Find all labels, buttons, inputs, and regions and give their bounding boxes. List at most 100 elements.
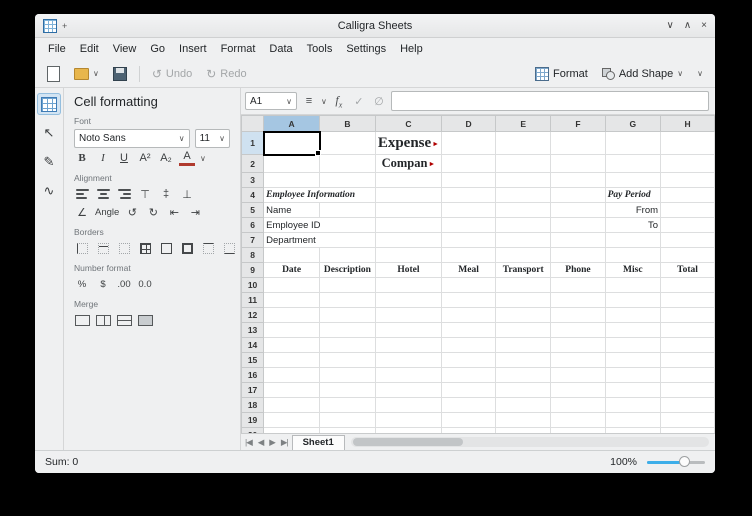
menu-item-data[interactable]: Data <box>262 40 299 58</box>
row-header-20[interactable]: 20 <box>242 428 264 434</box>
cell-F4[interactable] <box>551 188 605 203</box>
cell-F14[interactable] <box>551 338 605 353</box>
cell-A10[interactable] <box>264 278 320 293</box>
cell-reference-combo[interactable]: A1∨ <box>245 92 297 110</box>
cell-H13[interactable] <box>661 323 715 338</box>
cell-A1[interactable] <box>264 132 320 155</box>
row-header-13[interactable]: 13 <box>242 323 264 338</box>
cell-D10[interactable] <box>442 278 496 293</box>
cell-H17[interactable] <box>661 383 715 398</box>
border-thick-button[interactable] <box>179 240 195 256</box>
cell-G7[interactable] <box>605 233 660 248</box>
menu-item-go[interactable]: Go <box>143 40 172 58</box>
cell-A11[interactable] <box>264 293 320 308</box>
cell-F8[interactable] <box>551 248 605 263</box>
border-left-button[interactable] <box>74 240 90 256</box>
chevron-down-icon[interactable]: ∨ <box>200 154 206 163</box>
cell-D16[interactable] <box>442 368 496 383</box>
row-header-5[interactable]: 5 <box>242 203 264 218</box>
cell-G9[interactable]: Misc <box>605 263 660 278</box>
cell-D2[interactable] <box>442 155 496 173</box>
cell-B2[interactable] <box>320 155 376 173</box>
formula-input[interactable] <box>391 91 709 111</box>
cell-H9[interactable]: Total <box>661 263 715 278</box>
cell-B12[interactable] <box>320 308 376 323</box>
valign-bottom-button[interactable]: ⊥ <box>179 186 195 202</box>
column-header-A[interactable]: A <box>264 116 320 132</box>
horizontal-scrollbar[interactable] <box>351 437 709 447</box>
cell-F15[interactable] <box>551 353 605 368</box>
cell-E18[interactable] <box>496 398 551 413</box>
sheet-tab[interactable]: Sheet1 <box>292 435 345 450</box>
cell-A6[interactable]: Employee ID <box>264 218 376 233</box>
cell-F2[interactable] <box>551 155 605 173</box>
row-header-4[interactable]: 4 <box>242 188 264 203</box>
row-header-1[interactable]: 1 <box>242 132 264 155</box>
cell-E3[interactable] <box>496 173 551 188</box>
font-size-select[interactable]: 11∨ <box>195 129 230 148</box>
cell-F11[interactable] <box>551 293 605 308</box>
decrease-indent-button[interactable]: ⇤ <box>166 204 182 220</box>
cell-G20[interactable] <box>605 428 660 434</box>
cell-G12[interactable] <box>605 308 660 323</box>
row-header-3[interactable]: 3 <box>242 173 264 188</box>
cell-C3[interactable] <box>375 173 441 188</box>
border-outline-button[interactable] <box>158 240 174 256</box>
cell-G17[interactable] <box>605 383 660 398</box>
cell-C10[interactable] <box>375 278 441 293</box>
border-none-button[interactable] <box>116 240 132 256</box>
row-header-16[interactable]: 16 <box>242 368 264 383</box>
cell-F10[interactable] <box>551 278 605 293</box>
cell-F12[interactable] <box>551 308 605 323</box>
save-button[interactable] <box>109 65 131 83</box>
cell-A19[interactable] <box>264 413 320 428</box>
cell-F1[interactable] <box>551 132 605 155</box>
cell-A18[interactable] <box>264 398 320 413</box>
cell-C1[interactable]: Expense► <box>375 132 441 155</box>
cell-H6[interactable] <box>661 218 715 233</box>
insert-function-button[interactable]: fx <box>331 92 347 110</box>
cell-D11[interactable] <box>442 293 496 308</box>
selection-tool-button[interactable]: ↖ <box>37 122 61 144</box>
cell-G6[interactable]: To <box>605 218 660 233</box>
align-right-button[interactable] <box>116 186 132 202</box>
menu-item-edit[interactable]: Edit <box>73 40 106 58</box>
font-color-button[interactable]: A <box>179 150 195 166</box>
cell-G4[interactable]: Pay Period <box>605 188 660 203</box>
cell-F6[interactable] <box>551 218 605 233</box>
cell-H3[interactable] <box>661 173 715 188</box>
undo-button[interactable]: ↺Undo <box>148 66 196 82</box>
cell-G13[interactable] <box>605 323 660 338</box>
cell-G3[interactable] <box>605 173 660 188</box>
row-header-10[interactable]: 10 <box>242 278 264 293</box>
border-bottom-button[interactable] <box>221 240 237 256</box>
cell-H18[interactable] <box>661 398 715 413</box>
cell-E12[interactable] <box>496 308 551 323</box>
cell-B20[interactable] <box>320 428 376 434</box>
calligraphy-tool-button[interactable]: ∿ <box>37 180 61 202</box>
cell-A13[interactable] <box>264 323 320 338</box>
named-ranges-button[interactable]: ≡ <box>301 92 317 110</box>
cell-C7[interactable] <box>375 233 441 248</box>
cell-F16[interactable] <box>551 368 605 383</box>
cell-B14[interactable] <box>320 338 376 353</box>
cell-D14[interactable] <box>442 338 496 353</box>
currency-format-button[interactable]: $ <box>95 276 111 292</box>
font-family-select[interactable]: Noto Sans∨ <box>74 129 190 148</box>
cell-A20[interactable] <box>264 428 320 434</box>
cell-B11[interactable] <box>320 293 376 308</box>
cell-C17[interactable] <box>375 383 441 398</box>
valign-top-button[interactable]: ⊤ <box>137 186 153 202</box>
cell-G18[interactable] <box>605 398 660 413</box>
row-header-14[interactable]: 14 <box>242 338 264 353</box>
cell-E5[interactable] <box>496 203 551 218</box>
cell-F9[interactable]: Phone <box>551 263 605 278</box>
cell-F13[interactable] <box>551 323 605 338</box>
cell-D19[interactable] <box>442 413 496 428</box>
cell-E2[interactable] <box>496 155 551 173</box>
format-button[interactable]: Format <box>531 65 592 83</box>
first-sheet-button[interactable]: |◀ <box>243 437 254 448</box>
column-header-G[interactable]: G <box>605 116 660 132</box>
cell-D12[interactable] <box>442 308 496 323</box>
row-header-15[interactable]: 15 <box>242 353 264 368</box>
